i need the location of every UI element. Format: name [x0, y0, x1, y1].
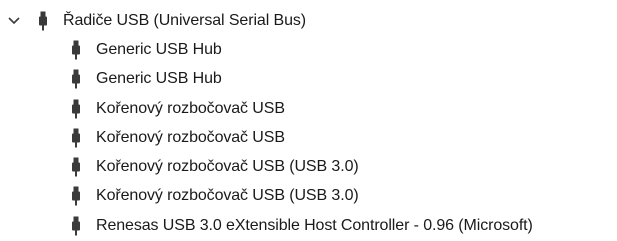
device-label: Kořenový rozbočovač USB: [96, 99, 285, 117]
category-label: Řadiče USB (Universal Serial Bus): [63, 11, 307, 29]
device-label: Generic USB Hub: [96, 40, 222, 58]
tree-device-item[interactable]: Renesas USB 3.0 eXtensible Host Controll…: [0, 211, 617, 240]
tree-children: Generic USB Hub Generic USB Hub Kořenový…: [0, 35, 617, 240]
usb-connector-icon: [36, 10, 50, 32]
usb-connector-icon: [69, 215, 83, 237]
device-label: Renesas USB 3.0 eXtensible Host Controll…: [96, 216, 533, 234]
tree-device-item[interactable]: Kořenový rozbočovač USB (USB 3.0): [0, 182, 617, 211]
tree-device-item[interactable]: Generic USB Hub: [0, 35, 617, 64]
device-label: Kořenový rozbočovač USB (USB 3.0): [96, 158, 359, 176]
usb-connector-icon: [69, 156, 83, 178]
usb-connector-icon: [69, 98, 83, 120]
tree-device-item[interactable]: Kořenový rozbočovač USB: [0, 94, 617, 123]
usb-connector-icon: [69, 185, 83, 207]
tree-device-item[interactable]: Kořenový rozbočovač USB (USB 3.0): [0, 152, 617, 181]
tree-device-item[interactable]: Generic USB Hub: [0, 65, 617, 94]
device-label: Kořenový rozbočovač USB: [96, 128, 285, 146]
device-label: Kořenový rozbočovač USB (USB 3.0): [96, 187, 359, 205]
usb-connector-icon: [69, 68, 83, 90]
tree-device-item[interactable]: Kořenový rozbočovač USB: [0, 123, 617, 152]
tree-category-usb-controllers[interactable]: Řadiče USB (Universal Serial Bus): [0, 6, 617, 35]
usb-connector-icon: [69, 127, 83, 149]
chevron-down-icon[interactable]: [6, 13, 22, 29]
usb-connector-icon: [69, 39, 83, 61]
device-tree: Řadiče USB (Universal Serial Bus) Generi…: [0, 6, 617, 240]
device-label: Generic USB Hub: [96, 70, 222, 88]
